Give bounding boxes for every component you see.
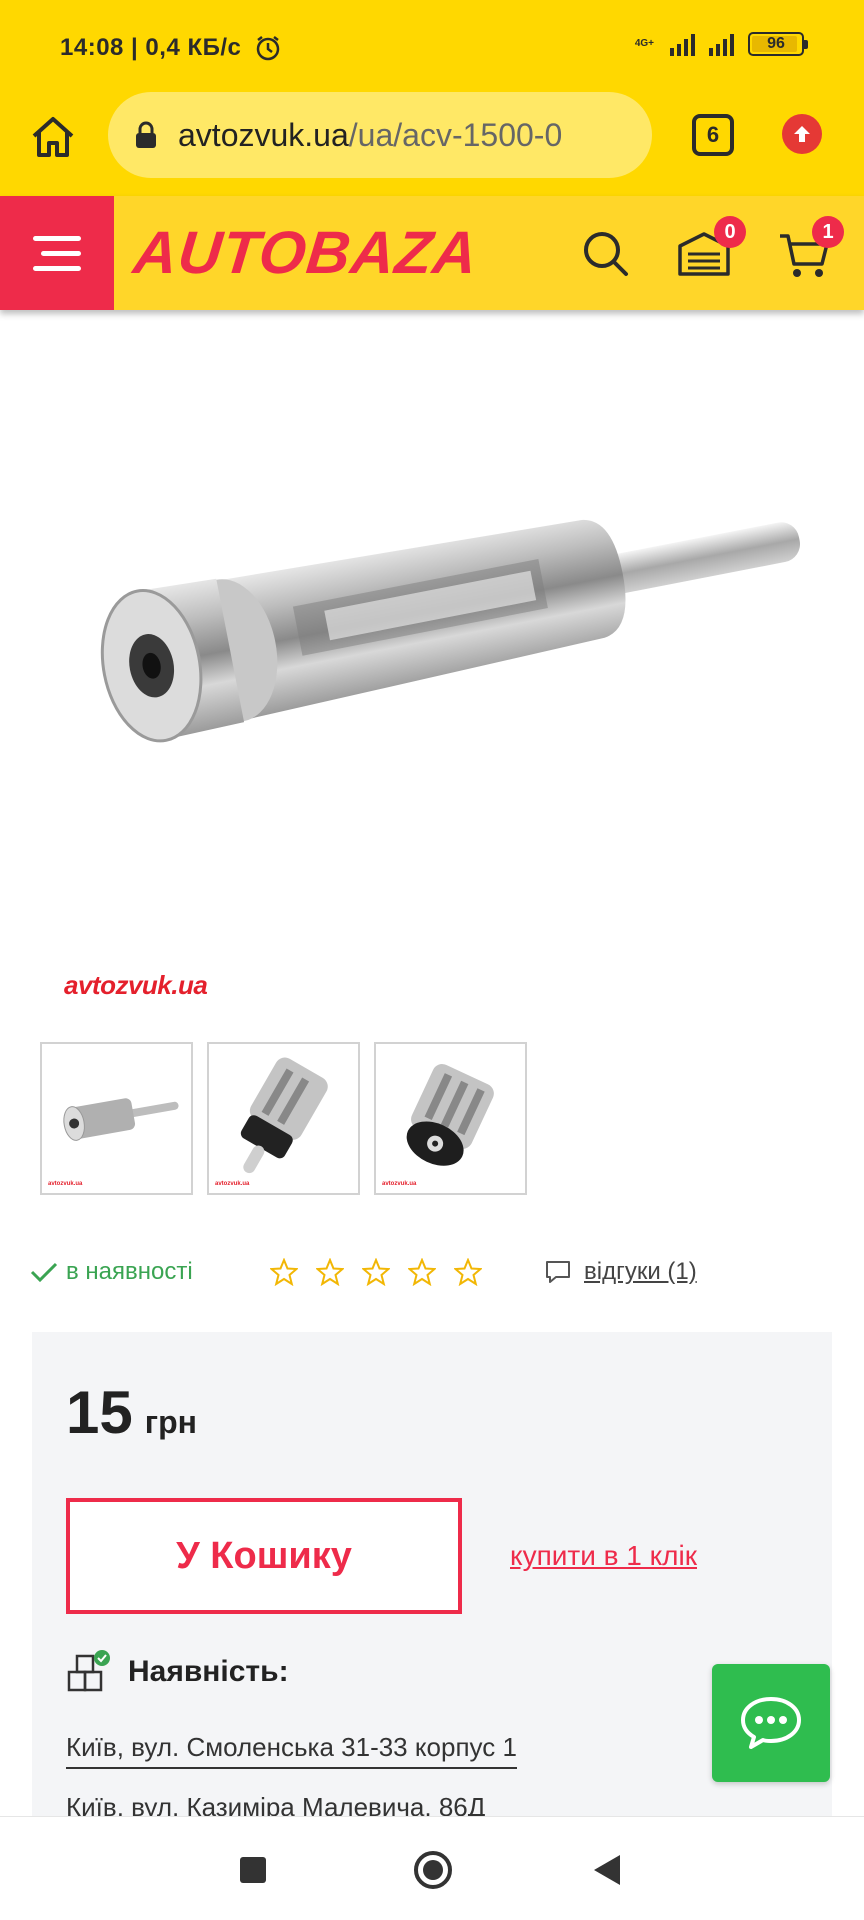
battery-level: 96 — [767, 35, 785, 52]
star-icon[interactable] — [270, 1258, 298, 1286]
star-icon[interactable] — [454, 1258, 482, 1286]
hamburger-line — [33, 235, 81, 241]
status-time: 14:08 | 0,4 КБ/с — [60, 34, 242, 61]
star-icon[interactable] — [362, 1258, 390, 1286]
recent-apps-button[interactable] — [240, 1857, 266, 1883]
battery-icon: 96 — [748, 32, 808, 56]
comment-icon — [546, 1261, 570, 1283]
garage-badge: 0 — [714, 216, 746, 248]
thumbnail-image — [240, 1057, 328, 1174]
browser-toolbar: avtozvuk.ua/ua/acv-1500-0 6 — [0, 92, 864, 196]
price-amount: 15 — [66, 1379, 133, 1446]
search-icon[interactable] — [578, 226, 634, 282]
thumbnail-watermark: avtozvuk.ua — [215, 1181, 250, 1187]
price-currency: грн — [144, 1404, 197, 1440]
star-icon[interactable] — [316, 1258, 344, 1286]
chat-icon — [741, 1697, 801, 1749]
site-header: AUTOBAZA 0 1 — [0, 196, 864, 310]
buy-one-click-link[interactable]: купити в 1 клік — [510, 1540, 697, 1572]
alarm-icon — [256, 36, 280, 61]
thumbnail-1[interactable]: avtozvuk.ua — [40, 1042, 193, 1195]
update-button[interactable] — [782, 114, 822, 154]
price: 15 грн — [66, 1378, 197, 1447]
thumbnail-watermark: avtozvuk.ua — [48, 1181, 83, 1187]
thumbnail-gallery: avtozvuk.ua avtozvuk.ua avtozvuk.ua — [40, 1042, 527, 1195]
product-image[interactable] — [30, 420, 840, 840]
lock-icon — [136, 121, 156, 148]
rating-stars[interactable] — [270, 1258, 482, 1286]
thumbnail-2[interactable]: avtozvuk.ua — [207, 1042, 360, 1195]
cart-badge: 1 — [812, 216, 844, 248]
hamburger-line — [41, 250, 81, 256]
menu-button[interactable] — [0, 196, 114, 310]
thumbnail-image — [63, 1098, 179, 1141]
stock-status: в наявності — [30, 1258, 193, 1286]
status-icons: 4G+ 96 — [634, 32, 808, 56]
signal-icon-2 — [709, 32, 734, 56]
back-button[interactable] — [594, 1855, 620, 1885]
store-address-link[interactable]: Київ, вул. Смоленська 31-33 корпус 1 — [66, 1732, 517, 1769]
image-watermark: avtozvuk.ua — [64, 970, 208, 1000]
tabs-button[interactable]: 6 — [692, 114, 734, 156]
system-nav-bar — [0, 1816, 864, 1920]
status-bar: 14:08 | 0,4 КБ/с 4G+ 96 — [0, 0, 864, 92]
network-type: 4G+ — [634, 38, 654, 49]
star-icon[interactable] — [408, 1258, 436, 1286]
thumbnail-watermark: avtozvuk.ua — [382, 1181, 417, 1187]
availability-header: Наявність: — [66, 1650, 289, 1694]
reviews-link[interactable]: відгуки (1) — [544, 1258, 697, 1286]
home-button[interactable] — [414, 1851, 452, 1889]
arrow-up-icon — [794, 126, 810, 142]
thumbnail-image — [406, 1064, 494, 1166]
home-icon[interactable] — [28, 112, 78, 162]
url-path: /ua/acv-1500-0 — [348, 116, 563, 153]
reviews-label: відгуки (1) — [584, 1258, 697, 1285]
stock-label: в наявності — [66, 1258, 193, 1285]
address-bar[interactable]: avtozvuk.ua/ua/acv-1500-0 — [108, 92, 652, 178]
add-to-cart-button[interactable]: У Кошику — [66, 1498, 462, 1614]
url-host: avtozvuk.ua — [178, 116, 349, 153]
url-text: avtozvuk.ua/ua/acv-1500-0 — [178, 117, 562, 154]
thumbnail-3[interactable]: avtozvuk.ua — [374, 1042, 527, 1195]
chat-button[interactable] — [712, 1664, 830, 1782]
availability-title: Наявність: — [128, 1655, 289, 1688]
hamburger-line — [33, 265, 81, 271]
site-logo[interactable]: AUTOBAZA — [131, 219, 482, 286]
signal-icon — [670, 32, 695, 56]
check-icon — [30, 1262, 58, 1283]
warehouse-icon — [67, 1650, 110, 1692]
